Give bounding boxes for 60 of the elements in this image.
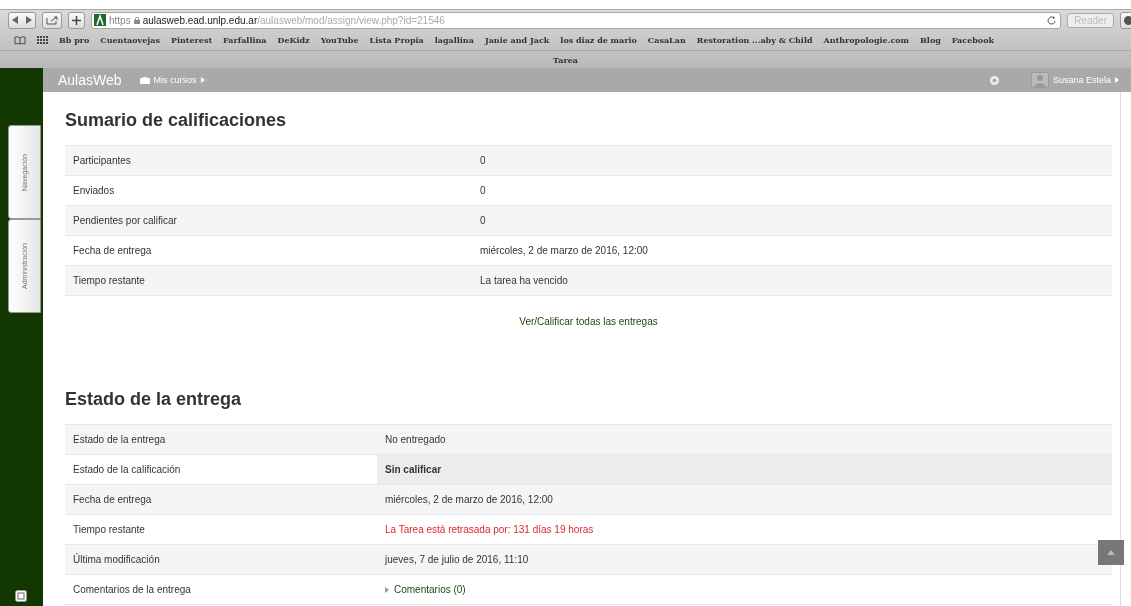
bookmark-link[interactable]: Facebook — [951, 35, 995, 45]
row-label: Fecha de entrega — [72, 493, 153, 507]
grid-icon[interactable] — [37, 35, 48, 45]
row-label: Tiempo restante — [72, 274, 146, 288]
bookmark-link[interactable]: Lista Propia — [369, 35, 424, 45]
arrows-icon — [12, 16, 32, 24]
lock-icon — [133, 16, 140, 24]
bookmark-link[interactable]: Anthropologie.com — [823, 35, 910, 45]
share-icon — [46, 15, 58, 25]
plus-icon — [72, 15, 81, 25]
briefcase-icon — [139, 76, 150, 84]
row-label: Fecha de entrega — [72, 244, 153, 258]
view-all-submissions-link[interactable]: Ver/Calificar todas las entregas — [519, 316, 658, 327]
row-label: Participantes — [72, 154, 132, 168]
new-tab-button[interactable] — [68, 11, 85, 29]
up-arrow-icon — [1107, 550, 1115, 555]
row-value: 0 — [479, 214, 487, 228]
caret-icon — [385, 586, 389, 593]
bookmark-link[interactable]: Pinterest — [170, 35, 213, 45]
row-label: Estado de la entrega — [72, 433, 167, 447]
site-icon — [94, 14, 106, 26]
back-forward-buttons[interactable] — [8, 11, 36, 29]
bookmark-link[interactable]: YouTube — [320, 35, 359, 45]
bookmark-link[interactable]: Blog — [920, 35, 941, 45]
bookmark-link[interactable]: DeKidz — [277, 35, 310, 45]
book-icon[interactable] — [14, 35, 26, 45]
caret-icon — [1115, 77, 1119, 83]
bookmark-link[interactable]: Farfallina — [223, 35, 267, 45]
row-label: Comentarios de la entrega — [72, 583, 192, 597]
bookmark-link[interactable]: Janie and Jack — [484, 35, 550, 45]
section-heading: Estado de la entrega — [65, 389, 243, 410]
section-heading: Sumario de calificaciones — [65, 110, 288, 131]
bookmark-link[interactable]: Bb pro — [59, 35, 90, 45]
bookmark-link[interactable]: los diaz de mario — [560, 35, 637, 45]
comments-link[interactable]: Comentarios (0) — [394, 584, 466, 595]
dock-toggle-icon[interactable] — [15, 590, 27, 602]
share-button[interactable] — [42, 11, 62, 29]
row-value: miércoles, 2 de marzo de 2016, 12:00 — [479, 244, 649, 258]
bookmark-link[interactable]: lagallina — [434, 35, 474, 45]
row-label: Tiempo restante — [72, 523, 146, 537]
bookmark-link[interactable]: CasaLan — [647, 35, 686, 45]
bookmark-link[interactable]: Cuentaovejas — [100, 35, 160, 45]
row-label: Enviados — [72, 184, 116, 198]
tab-title[interactable]: Tarea — [553, 54, 578, 65]
address-field[interactable]: https aulasweb.ead.unlp.edu.ar/aulasweb/mod/assign/view.php?id=21546 — [91, 11, 1062, 29]
row-value: 0 — [479, 154, 487, 168]
row-value: Sin calificar — [377, 455, 1112, 484]
row-label: Pendientes por calificar — [72, 214, 178, 228]
row-value: 0 — [479, 184, 487, 198]
row-value: La tarea ha vencido — [479, 274, 569, 288]
row-value: No entregado — [384, 433, 447, 447]
row-label: Última modificación — [72, 552, 161, 567]
avatar-icon — [1030, 72, 1049, 88]
caret-icon — [200, 77, 205, 83]
row-value: La Tarea está retrasada por: 131 días 19 horas — [384, 523, 595, 537]
reload-icon[interactable] — [1047, 15, 1057, 25]
bookmark-link[interactable]: Restoration ...aby & Child — [696, 35, 813, 45]
row-value: jueves, 7 de julio de 2016, 11:10 — [383, 553, 530, 567]
row-value: miércoles, 2 de marzo de 2016, 12:00 — [384, 493, 554, 507]
row-label: Estado de la calificación — [72, 463, 182, 477]
